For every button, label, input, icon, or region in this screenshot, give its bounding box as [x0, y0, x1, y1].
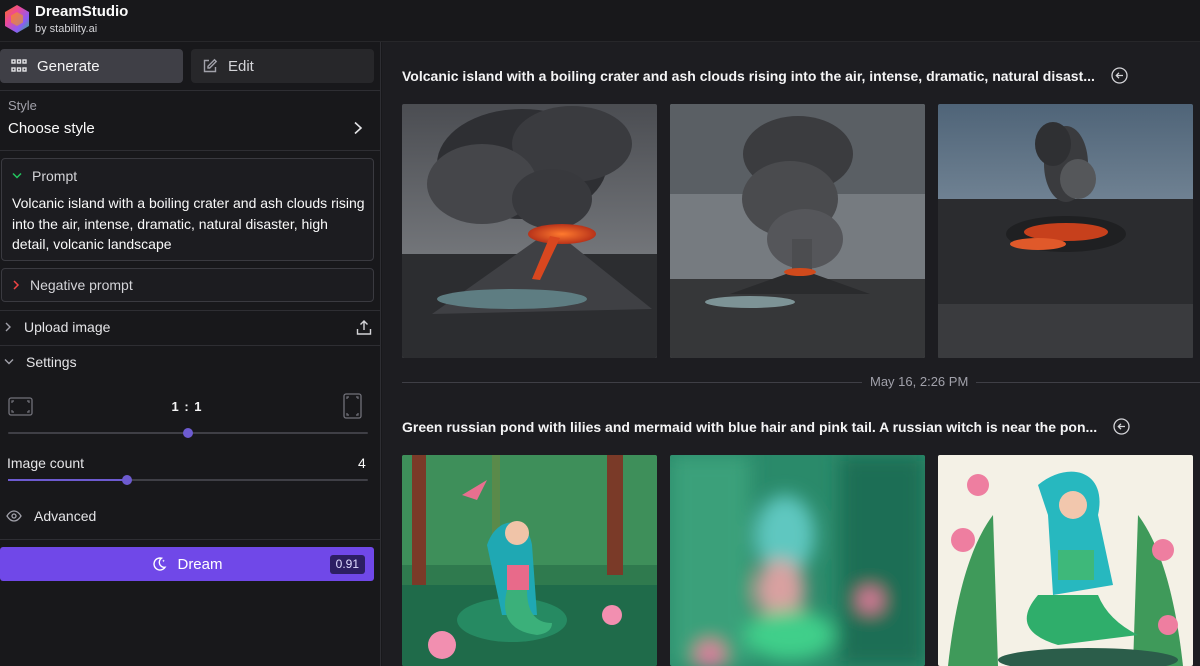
- pencil-square-icon: [203, 58, 218, 73]
- generated-image[interactable]: [938, 104, 1193, 358]
- top-bar: DreamStudio by stability.ai: [0, 0, 1200, 42]
- volcano-image: [670, 104, 925, 358]
- generated-image[interactable]: [670, 455, 925, 666]
- negative-prompt-panel[interactable]: Negative prompt: [1, 268, 374, 302]
- image-count-value: 4: [358, 455, 366, 471]
- moon-icon: [153, 557, 167, 571]
- generated-image[interactable]: [938, 455, 1193, 666]
- generated-image[interactable]: [670, 104, 925, 358]
- chevron-down-icon[interactable]: [12, 172, 22, 180]
- mermaid-image: [670, 455, 925, 666]
- app-name: DreamStudio: [35, 3, 129, 20]
- mermaid-image: [402, 455, 657, 666]
- reuse-prompt-icon[interactable]: [1113, 418, 1130, 435]
- divider: [0, 90, 381, 91]
- generation-prompt[interactable]: Green russian pond with lilies and merma…: [402, 419, 1097, 435]
- upload-icon[interactable]: [356, 319, 372, 336]
- chevron-right-icon[interactable]: [352, 121, 364, 135]
- prompt-panel[interactable]: Prompt Volcanic island with a boiling cr…: [1, 158, 374, 261]
- advanced-label: Advanced: [34, 508, 97, 524]
- aspect-ratio-value: 1 : 1: [171, 399, 203, 414]
- prompt-input[interactable]: Volcanic island with a boiling crater an…: [12, 193, 367, 255]
- sidebar: Generate Edit Style Choose style Prompt …: [0, 42, 381, 666]
- generated-image[interactable]: [402, 104, 657, 358]
- divider: [0, 310, 381, 311]
- landscape-ratio-icon[interactable]: [8, 397, 33, 416]
- eye-icon: [6, 510, 22, 522]
- tab-generate[interactable]: Generate: [0, 49, 183, 83]
- style-selector[interactable]: Choose style: [8, 120, 95, 137]
- date-divider: [402, 382, 1200, 383]
- tab-edit[interactable]: Edit: [191, 49, 374, 83]
- settings-label: Settings: [26, 354, 77, 370]
- volcano-image: [402, 104, 657, 358]
- negative-prompt-label: Negative prompt: [30, 277, 133, 293]
- gallery: Volcanic island with a boiling crater an…: [382, 42, 1200, 666]
- advanced-row[interactable]: Advanced: [6, 508, 96, 524]
- settings-row[interactable]: Settings: [4, 354, 77, 370]
- image-count-slider-fill: [8, 479, 127, 481]
- image-count-label: Image count: [7, 455, 85, 471]
- generated-image[interactable]: [402, 455, 657, 666]
- divider: [0, 150, 381, 151]
- dreamstudio-logo-icon[interactable]: [4, 4, 30, 34]
- reuse-prompt-icon[interactable]: [1111, 67, 1128, 84]
- chevron-right-icon: [5, 322, 11, 332]
- generation-title: Volcanic island with a boiling crater an…: [402, 67, 1128, 84]
- upload-image-row[interactable]: Upload image: [4, 319, 110, 335]
- mermaid-image: [938, 455, 1193, 666]
- chevron-down-icon: [4, 359, 14, 365]
- generation-timestamp: May 16, 2:26 PM: [862, 374, 977, 389]
- prompt-label: Prompt: [32, 168, 78, 184]
- divider: [0, 539, 381, 540]
- image-count-slider-thumb[interactable]: [121, 475, 132, 485]
- grid-icon: [11, 59, 27, 72]
- dream-button[interactable]: Dream 0.91: [0, 547, 374, 581]
- dream-label: Dream: [177, 555, 223, 573]
- generation-title: Green russian pond with lilies and merma…: [402, 418, 1130, 435]
- aspect-ratio-slider-thumb[interactable]: [183, 428, 193, 438]
- portrait-ratio-icon[interactable]: [343, 393, 362, 419]
- credit-cost-badge: 0.91: [329, 555, 365, 574]
- upload-image-label: Upload image: [24, 319, 111, 335]
- divider: [0, 345, 381, 346]
- app-byline: by stability.ai: [35, 23, 98, 35]
- tab-generate-label: Generate: [37, 57, 100, 75]
- tab-edit-label: Edit: [228, 57, 254, 75]
- generation-prompt[interactable]: Volcanic island with a boiling crater an…: [402, 68, 1095, 84]
- volcano-image: [938, 104, 1193, 358]
- style-label: Style: [8, 98, 37, 113]
- chevron-right-icon[interactable]: [12, 280, 20, 290]
